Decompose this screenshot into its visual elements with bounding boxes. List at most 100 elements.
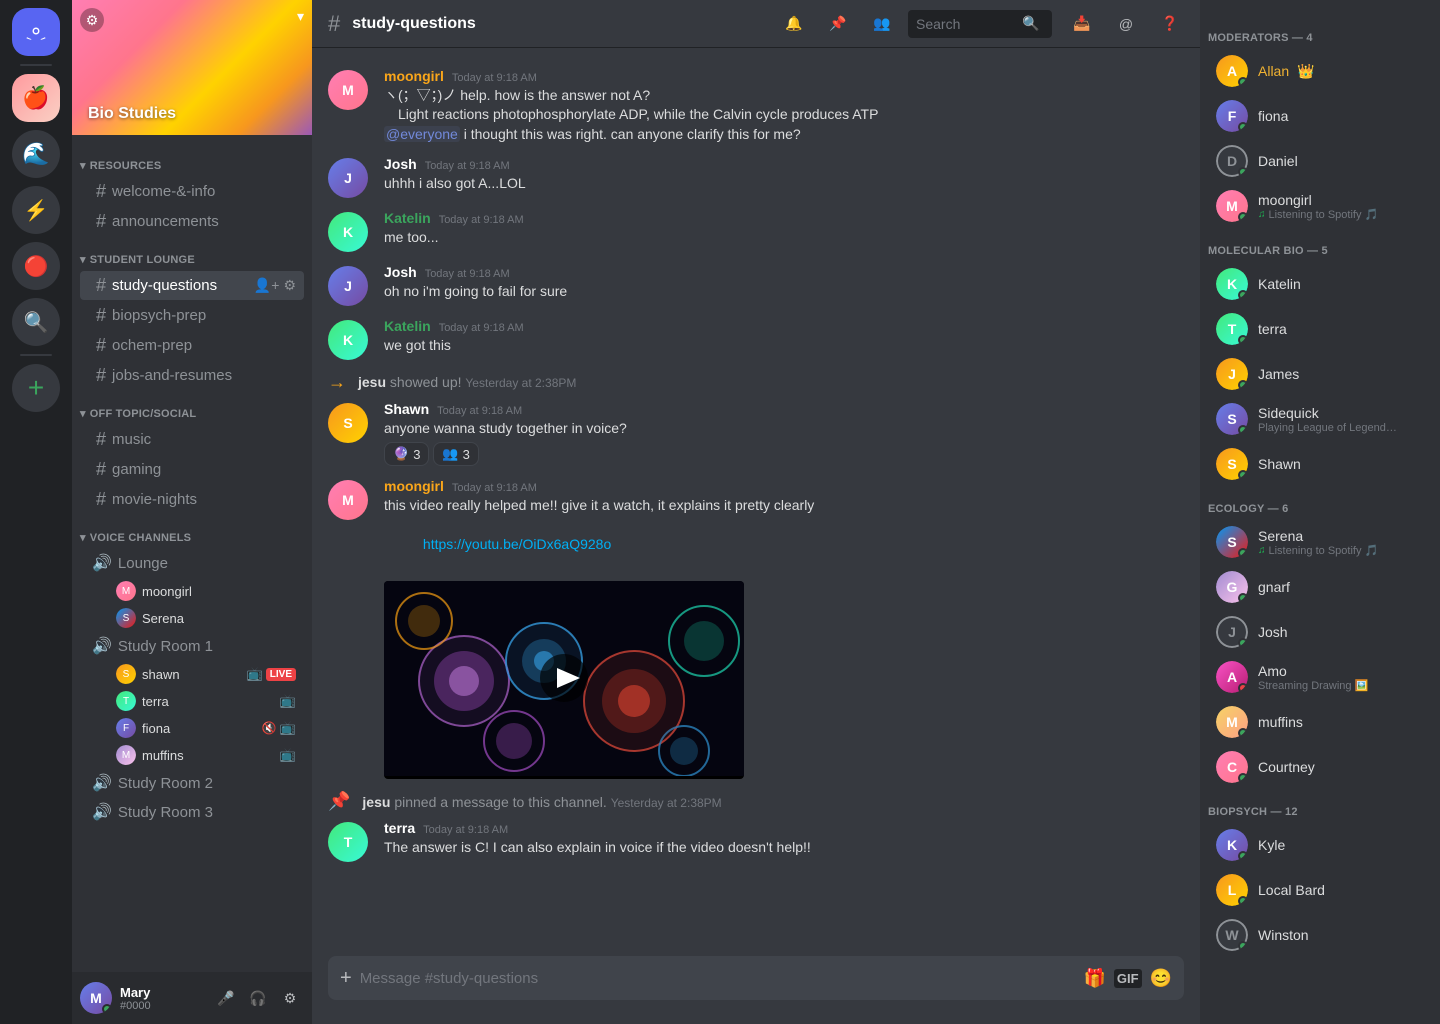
voice-member-shawn[interactable]: S shawn 📺 LIVE	[80, 661, 304, 687]
voice-member-serena[interactable]: S Serena	[80, 605, 304, 631]
server-settings-icon[interactable]: ⚙	[80, 8, 104, 32]
category-voice[interactable]: ▾ VOICE CHANNELS	[72, 515, 312, 548]
member-avatar: J	[1216, 358, 1248, 390]
video-link[interactable]: https://youtu.be/OiDx6aQ928o	[423, 536, 611, 552]
member-item-fiona[interactable]: F fiona	[1208, 94, 1432, 138]
user-settings-button[interactable]: ⚙	[276, 984, 304, 1012]
status-indicator	[1238, 851, 1248, 861]
voice-channel-study-room-1[interactable]: 🔊 Study Room 1	[80, 632, 304, 660]
member-item-shawn[interactable]: S Shawn	[1208, 442, 1432, 486]
member-item-josh[interactable]: J Josh	[1208, 610, 1432, 654]
settings-icon[interactable]: ⚙	[283, 277, 296, 294]
member-item-sidequick[interactable]: S Sidequick Playing League of Legends 🎮	[1208, 397, 1432, 441]
mention-icon[interactable]: @	[1112, 10, 1140, 38]
reaction-2[interactable]: 👥 3	[433, 442, 478, 466]
category-off-topic[interactable]: ▾ OFF TOPIC/SOCIAL	[72, 391, 312, 424]
video-embed[interactable]	[384, 581, 744, 779]
member-item-allan[interactable]: A Allan 👑	[1208, 49, 1432, 93]
voice-channel-name: Study Room 1	[118, 638, 296, 655]
server-icon-3[interactable]: ⚡	[12, 186, 60, 234]
channel-biopsych-prep[interactable]: # biopsych-prep	[80, 301, 304, 330]
voice-channel-study-room-3[interactable]: 🔊 Study Room 3	[80, 798, 304, 826]
members-icon[interactable]: 👥	[868, 10, 896, 38]
discord-home-button[interactable]	[12, 8, 60, 56]
message-input[interactable]	[360, 959, 1084, 998]
channel-announcements[interactable]: # announcements	[80, 207, 304, 236]
spotify-icon: ♫	[1258, 545, 1266, 556]
server-icon-2[interactable]: 🌊	[12, 130, 60, 178]
stream-icon: 📺	[247, 666, 263, 682]
message-content: terra Today at 9:18 AM The answer is C! …	[384, 820, 1184, 862]
member-item-katelin[interactable]: K Katelin	[1208, 262, 1432, 306]
member-item-daniel[interactable]: D Daniel	[1208, 139, 1432, 183]
speaker-icon: 🔊	[92, 802, 112, 822]
server-icon-4[interactable]: 🔴	[12, 242, 60, 290]
gif-icon[interactable]: GIF	[1114, 969, 1142, 988]
attach-button[interactable]: +	[340, 967, 352, 990]
member-name: Serena	[142, 611, 296, 626]
member-name: fiona	[142, 721, 256, 736]
bell-icon[interactable]: 🔔	[780, 10, 808, 38]
reaction-1[interactable]: 🔮 3	[384, 442, 429, 466]
pin-icon[interactable]: 📌	[824, 10, 852, 38]
member-item-kyle[interactable]: K Kyle	[1208, 823, 1432, 867]
voice-member-fiona[interactable]: F fiona 🔇 📺	[80, 715, 304, 741]
member-info: moongirl ♫Listening to Spotify 🎵	[1258, 192, 1424, 221]
channel-header-hash-icon: #	[328, 11, 340, 37]
microphone-button[interactable]: 🎤	[212, 984, 240, 1012]
add-server-button[interactable]: +	[12, 364, 60, 412]
speaker-icon: 🔊	[92, 553, 112, 573]
member-avatar: M	[1216, 706, 1248, 738]
category-student-lounge[interactable]: ▾ STUDENT LOUNGE	[72, 237, 312, 270]
member-item-courtney[interactable]: C Courtney	[1208, 745, 1432, 789]
member-name: moongirl	[142, 584, 296, 599]
inbox-icon[interactable]: 📥	[1068, 10, 1096, 38]
mute-icon: 🔇	[262, 721, 277, 735]
search-input[interactable]	[916, 16, 1016, 32]
member-item-local-bard[interactable]: L Local Bard	[1208, 868, 1432, 912]
category-resources[interactable]: ▾ RESOURCES	[72, 143, 312, 176]
voice-channel-study-room-2[interactable]: 🔊 Study Room 2	[80, 769, 304, 797]
member-item-james[interactable]: J James	[1208, 352, 1432, 396]
member-item-gnarf[interactable]: G gnarf	[1208, 565, 1432, 609]
member-item-serena[interactable]: S Serena ♫Listening to Spotify 🎵	[1208, 520, 1432, 564]
gift-icon[interactable]: 🎁	[1083, 968, 1105, 989]
channel-movie-nights[interactable]: # movie-nights	[80, 485, 304, 514]
member-item-winston[interactable]: W Winston	[1208, 913, 1432, 957]
help-icon[interactable]: ❓	[1156, 10, 1184, 38]
server-dropdown-icon[interactable]: ▾	[297, 8, 304, 25]
member-item-amo[interactable]: A Amo Streaming Drawing 🖼️	[1208, 655, 1432, 699]
channel-hash-icon: #	[96, 459, 106, 480]
member-item-muffins[interactable]: M muffins	[1208, 700, 1432, 744]
channel-jobs-and-resumes[interactable]: # jobs-and-resumes	[80, 361, 304, 390]
pin-icon: 📌	[328, 791, 350, 812]
channel-gaming[interactable]: # gaming	[80, 455, 304, 484]
message-author: Josh	[384, 264, 417, 280]
voice-member-moongirl[interactable]: M moongirl	[80, 578, 304, 604]
server-icon-5[interactable]: 🔍	[12, 298, 60, 346]
header-search[interactable]: 🔍	[908, 10, 1052, 38]
message-content: Katelin Today at 9:18 AM we got this	[384, 318, 1184, 360]
member-name: Local Bard	[1258, 882, 1424, 898]
message-input-area: + 🎁 GIF 😊	[312, 956, 1200, 1024]
member-item-moongirl[interactable]: M moongirl ♫Listening to Spotify 🎵	[1208, 184, 1432, 228]
channel-study-questions[interactable]: # study-questions 👤+ ⚙	[80, 271, 304, 300]
member-name: Sidequick	[1258, 405, 1424, 421]
voice-member-muffins[interactable]: M muffins 📺	[80, 742, 304, 768]
channel-ochem-prep[interactable]: # ochem-prep	[80, 331, 304, 360]
server-icon-bio-studies[interactable]: 🍎	[12, 74, 60, 122]
voice-channel-lounge[interactable]: 🔊 Lounge	[80, 549, 304, 577]
member-info: Allan 👑	[1258, 63, 1424, 80]
headphone-button[interactable]: 🎧	[244, 984, 272, 1012]
message-content: moongirl Today at 9:18 AM ヽ(；▽；)ノ help. …	[384, 68, 1184, 144]
status-indicator	[1238, 683, 1248, 693]
status-indicator	[1238, 77, 1248, 87]
reactions: 🔮 3 👥 3	[384, 442, 1184, 466]
stream-icon: 📺	[280, 693, 296, 709]
voice-member-terra[interactable]: T terra 📺	[80, 688, 304, 714]
add-member-icon[interactable]: 👤+	[254, 277, 280, 294]
member-item-terra[interactable]: T terra	[1208, 307, 1432, 351]
channel-music[interactable]: # music	[80, 425, 304, 454]
channel-welcome[interactable]: # welcome-&-info	[80, 177, 304, 206]
emoji-icon[interactable]: 😊	[1150, 968, 1172, 989]
